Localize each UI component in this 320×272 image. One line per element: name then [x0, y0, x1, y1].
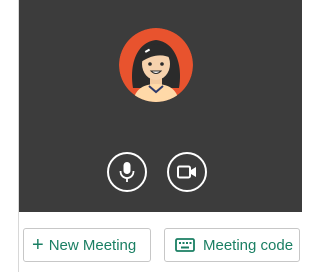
- plus-icon: +: [32, 234, 44, 256]
- meeting-panel: + New Meeting Meeting code: [18, 0, 302, 272]
- media-controls: [19, 152, 302, 196]
- camera-toggle-button[interactable]: [167, 152, 207, 192]
- avatar: [119, 28, 193, 102]
- new-meeting-button[interactable]: + New Meeting: [23, 228, 151, 262]
- new-meeting-label: New Meeting: [48, 236, 137, 254]
- keyboard-icon: [175, 238, 195, 252]
- microphone-toggle-button[interactable]: [107, 152, 147, 192]
- meeting-actions: + New Meeting Meeting code: [19, 228, 302, 264]
- video-camera-icon: [177, 165, 197, 179]
- meeting-code-label: Meeting code: [203, 236, 294, 254]
- microphone-icon: [119, 161, 135, 183]
- video-preview: [19, 0, 302, 212]
- meeting-code-button[interactable]: Meeting code: [164, 228, 300, 262]
